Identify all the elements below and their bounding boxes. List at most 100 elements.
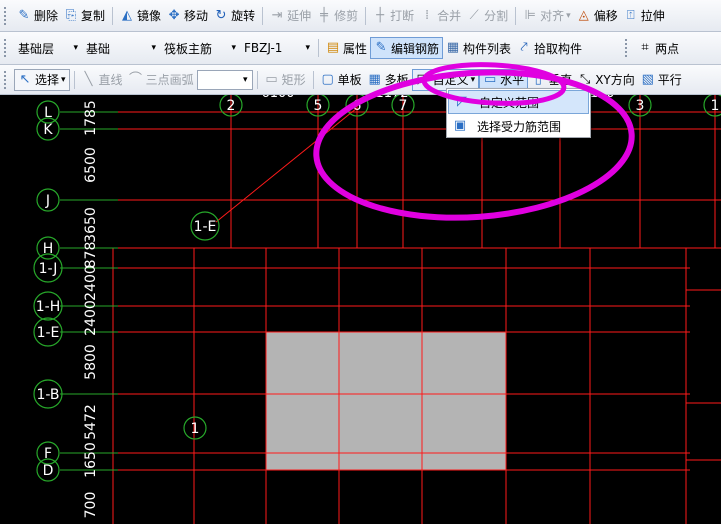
break-icon: ┼ <box>376 7 385 23</box>
component-select-value: FBZJ-1 <box>244 41 283 55</box>
arc-label: 三点画弧 <box>145 73 194 87</box>
offset-button[interactable]: ◬ 偏移 <box>574 5 621 27</box>
select-range-icon: ▣ <box>453 118 467 133</box>
axis-label: J <box>45 193 50 209</box>
type-select[interactable]: 筏板主筋 ▾ <box>160 38 240 58</box>
move-button[interactable]: ✥ 移动 <box>164 5 211 27</box>
stretch-button[interactable]: ⍐ 拉伸 <box>621 5 668 27</box>
rotate-button[interactable]: ↻ 旋转 <box>211 5 258 27</box>
vertical-icon: ▯ <box>534 71 542 87</box>
toolbar-grip[interactable] <box>625 39 630 57</box>
dimension-label: 1785 <box>83 100 99 136</box>
rotate-icon: ↻ <box>215 7 227 23</box>
line-button[interactable]: ╲ 直线 <box>79 69 126 91</box>
single-board-icon: ▢ <box>321 71 334 87</box>
delete-button[interactable]: ✎ 删除 <box>14 5 61 27</box>
axis-label: K <box>43 122 53 138</box>
dimension-label: 2400 <box>83 265 99 301</box>
dimension-label: 2400 <box>83 300 99 336</box>
parallel-icon: ▧ <box>641 71 654 87</box>
trim-button[interactable]: ╪ 修剪 <box>314 5 361 27</box>
axis-label: 6 <box>353 98 362 114</box>
axis-label: 7 <box>399 98 408 114</box>
line-label: 直线 <box>98 73 123 87</box>
parallel-label: 平行 <box>657 73 682 87</box>
vertical-label: 垂直 <box>548 73 573 87</box>
component-list-button[interactable]: ▦ 构件列表 <box>443 37 514 59</box>
dimension-label: 6500 <box>83 147 99 183</box>
draw-toolbar: ↖ 选择 ▾ ╲ 直线 ⌒ 三点画弧 ▾ ▭ 矩形 ▢ 单板 ▦ 多板 ◸ 自定义 ▾ ▭ 水平 ▯… <box>0 65 721 95</box>
toolbar-grip[interactable] <box>4 39 9 57</box>
select-button[interactable]: ↖ 选择 ▾ <box>14 68 70 91</box>
axis-label: 2 <box>227 98 236 114</box>
toolbar-grip[interactable] <box>4 70 9 89</box>
layer-select[interactable]: 基础 ▾ <box>82 38 160 58</box>
toolbar-button-label: 镜像 <box>137 9 162 23</box>
copy-icon: ⎘ <box>65 7 77 23</box>
multi-board-button[interactable]: ▦ 多板 <box>365 69 412 91</box>
slab-region[interactable] <box>266 332 506 470</box>
extend-icon: ⇥ <box>271 7 283 23</box>
dimension-label: 878 <box>83 242 99 269</box>
component-select[interactable]: FBZJ-1 ▾ <box>240 38 314 58</box>
axis-label: 1-J <box>39 261 58 277</box>
floor-select-value: 基础层 <box>18 41 55 56</box>
toolbar-grip[interactable] <box>4 6 9 25</box>
axis-label: 1-E <box>37 325 60 341</box>
custom-range-icon: ◸ <box>457 94 467 109</box>
edit-rebar-icon: ✎ <box>375 40 387 55</box>
menu-item-label: 自定义范围 <box>479 95 540 110</box>
chevron-down-icon: ▾ <box>305 43 310 53</box>
toolbar-button-label: 对齐 <box>540 9 565 23</box>
multi-board-icon: ▦ <box>368 71 381 87</box>
axis-label: 1-E <box>194 219 217 235</box>
dimension-label: 5800 <box>83 344 99 380</box>
dimension-label: 5472 <box>83 404 99 440</box>
trim-icon: ╪ <box>320 7 328 23</box>
toolbar-separator <box>256 70 258 89</box>
toolbar-button-label: 打断 <box>390 9 415 23</box>
pick-component-button[interactable]: ⤤ 拾取构件 <box>514 37 585 59</box>
toolbar-button-label: 拉伸 <box>640 9 665 23</box>
align-icon: ⊫ <box>524 7 536 23</box>
extend-button[interactable]: ⇥ 延伸 <box>267 5 314 27</box>
single-board-label: 单板 <box>337 73 362 87</box>
property-button[interactable]: ▤ 属性 <box>323 37 370 59</box>
edit-toolbar: ✎ 删除 ⎘ 复制 ◭ 镜像 ✥ 移动 ↻ 旋转 ⇥ 延伸 ╪ 修剪 ┼ 打断 ⁞ 合并 ⟋ 分割 ⊫ 对齐 ▾ ◬ 偏移 ⍐ 拉伸 <box>0 0 721 32</box>
two-point-button[interactable]: ⌗ 两点 <box>635 37 682 59</box>
mirror-button[interactable]: ◭ 镜像 <box>117 5 164 27</box>
toolbar-button-label: 移动 <box>184 9 209 23</box>
axis-label: 1 <box>191 421 200 437</box>
copy-button[interactable]: ⎘ 复制 <box>61 5 108 27</box>
floor-select[interactable]: 基础层 ▾ <box>14 38 82 58</box>
slab-fill[interactable] <box>266 332 506 470</box>
axis-label: 1 <box>711 98 720 114</box>
parallel-button[interactable]: ▧ 平行 <box>638 69 685 91</box>
chevron-down-icon: ▾ <box>231 43 236 53</box>
edit-rebar-button[interactable]: ✎ 编辑钢筋 <box>370 37 444 59</box>
merge-button[interactable]: ⁞ 合并 <box>417 5 464 27</box>
toolbar-separator <box>365 6 367 25</box>
split-button[interactable]: ⟋ 分割 <box>464 5 511 27</box>
rectangle-label: 矩形 <box>281 73 306 87</box>
xy-direction-label: XY方向 <box>595 73 635 87</box>
menu-item-custom-range[interactable]: ◸ 自定义范围 <box>448 90 589 114</box>
arc-mode-select[interactable]: ▾ <box>196 69 253 90</box>
multi-board-label: 多板 <box>384 73 409 87</box>
arc-button[interactable]: ⌒ 三点画弧 <box>126 69 197 91</box>
drawing-canvas[interactable]: 6100117241001785650036508782400240058005… <box>0 95 721 524</box>
align-button[interactable]: ⊫ 对齐 ▾ <box>520 5 574 27</box>
chevron-down-icon: ▾ <box>73 43 78 53</box>
list-icon: ▦ <box>446 40 460 55</box>
horizontal-icon: ▭ <box>484 71 497 87</box>
rectangle-button[interactable]: ▭ 矩形 <box>262 69 309 91</box>
property-label: 属性 <box>343 41 368 56</box>
move-icon: ✥ <box>168 7 180 23</box>
horizontal-label: 水平 <box>500 73 525 87</box>
toolbar-separator <box>73 70 75 89</box>
axis-label: D <box>43 463 54 479</box>
menu-item-select-rebar-range[interactable]: ▣ 选择受力筋范围 <box>447 115 590 137</box>
axis-label: 5 <box>314 98 323 114</box>
break-button[interactable]: ┼ 打断 <box>370 5 417 27</box>
single-board-button[interactable]: ▢ 单板 <box>318 69 365 91</box>
